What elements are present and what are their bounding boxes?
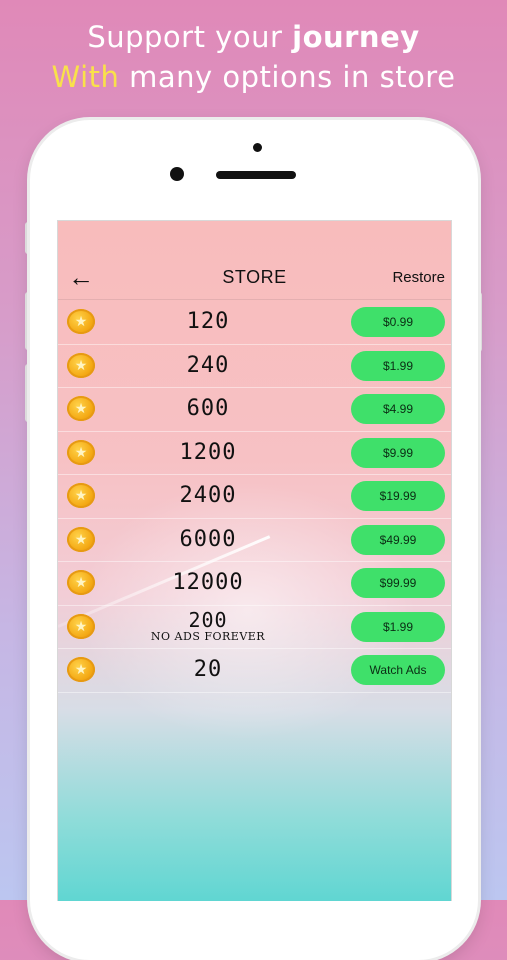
coin-amount: 20 xyxy=(193,657,223,682)
coin-amount: 6000 xyxy=(179,526,237,552)
phone-camera xyxy=(170,167,184,181)
coin-amount: 600 xyxy=(186,396,230,421)
app-screen: ← STORE Restore ★ 120 $0.99 ★ 240 $1.99 … xyxy=(57,220,452,901)
restore-button[interactable]: Restore xyxy=(392,269,445,286)
store-item-row: ★ 200 NO ADS FOREVER $1.99 xyxy=(58,606,451,649)
coin-icon: ★ xyxy=(67,657,95,682)
store-item-row: ★ 120 $0.99 xyxy=(58,301,451,345)
coin-amount: 200 xyxy=(188,607,228,632)
coin-amount: 12000 xyxy=(172,570,244,595)
store-item-list: ★ 120 $0.99 ★ 240 $1.99 ★ 600 $4.99 ★ 12… xyxy=(58,301,451,693)
buy-button[interactable]: $9.99 xyxy=(351,437,445,468)
promo-line2-rest: many options in store xyxy=(119,60,456,94)
watch-ads-button[interactable]: Watch Ads xyxy=(351,655,445,685)
buy-button[interactable]: $19.99 xyxy=(351,481,445,511)
store-item-row: ★ 600 $4.99 xyxy=(58,388,451,432)
store-item-row: ★ 240 $1.99 xyxy=(58,345,451,388)
coin-icon: ★ xyxy=(67,352,95,378)
phone-speaker xyxy=(216,171,296,179)
promo-line1-prefix: Support your xyxy=(87,20,293,54)
no-ads-note: NO ADS FOREVER xyxy=(150,629,266,643)
coin-icon: ★ xyxy=(67,396,95,421)
promo-line1-emphasis: journey xyxy=(292,20,420,54)
promo-headline-1: Support your journey xyxy=(0,20,507,54)
coin-amount: 240 xyxy=(186,352,230,378)
store-item-row: ★ 1200 $9.99 xyxy=(58,432,451,475)
coin-icon: ★ xyxy=(67,439,95,465)
coin-amount: 1200 xyxy=(179,439,237,465)
buy-button[interactable]: $4.99 xyxy=(351,394,445,424)
buy-button[interactable]: $99.99 xyxy=(351,568,445,598)
coin-icon: ★ xyxy=(67,309,95,334)
promo-headline-2: With many options in store xyxy=(0,60,507,94)
buy-button[interactable]: $1.99 xyxy=(351,611,445,642)
coin-icon: ★ xyxy=(67,613,95,639)
store-item-row: ★ 20 Watch Ads xyxy=(58,649,451,693)
promo-line2-accent: With xyxy=(51,60,120,94)
coin-amount: 2400 xyxy=(179,483,237,508)
store-item-row: ★ 12000 $99.99 xyxy=(58,562,451,606)
buy-button[interactable]: $1.99 xyxy=(351,350,445,381)
coin-icon: ★ xyxy=(67,483,95,508)
nav-divider xyxy=(58,299,451,300)
store-item-row: ★ 6000 $49.99 xyxy=(58,519,451,562)
coin-icon: ★ xyxy=(67,526,95,552)
coin-amount: 120 xyxy=(186,309,230,334)
coin-icon: ★ xyxy=(67,570,95,595)
buy-button[interactable]: $49.99 xyxy=(351,524,445,555)
store-nav-bar: ← STORE Restore xyxy=(58,257,451,299)
store-item-row: ★ 2400 $19.99 xyxy=(58,475,451,519)
phone-sensor xyxy=(253,143,262,152)
buy-button[interactable]: $0.99 xyxy=(351,307,445,337)
